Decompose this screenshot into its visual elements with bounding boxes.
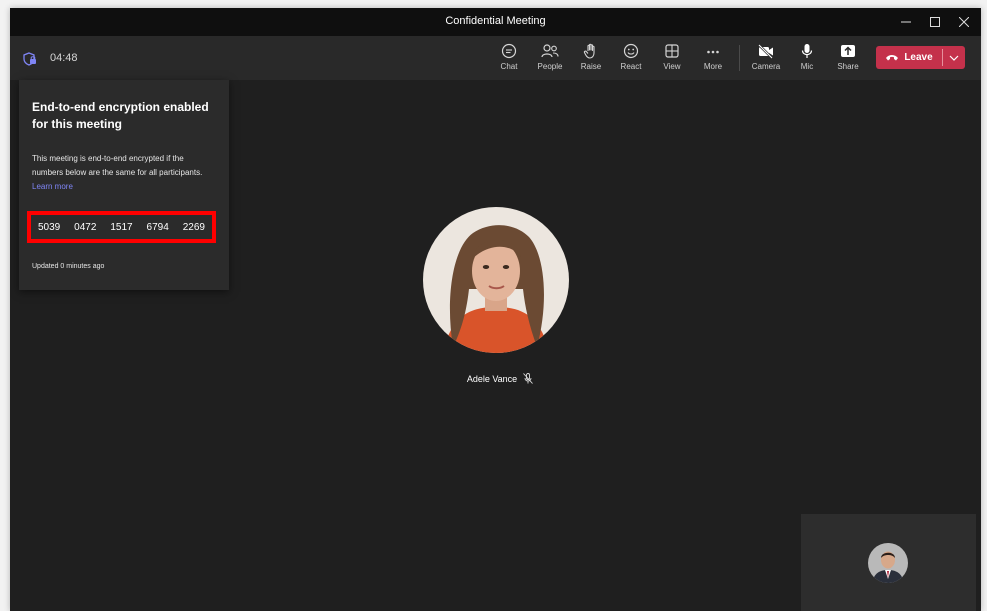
meeting-toolbar: 04:48 Chat People Raise React View More …: [10, 36, 981, 80]
encryption-code: 6794: [146, 221, 169, 233]
self-view-tile[interactable]: [801, 514, 976, 611]
share-button[interactable]: Share: [828, 36, 868, 80]
more-button[interactable]: More: [693, 36, 733, 80]
raise-label: Raise: [580, 62, 602, 71]
encryption-panel-body: This meeting is end-to-end encrypted if …: [32, 152, 212, 194]
view-label: View: [663, 62, 681, 71]
more-label: More: [703, 62, 723, 71]
encryption-panel-title: End-to-end encryption enabled for this m…: [32, 100, 209, 131]
encryption-code: 0472: [74, 221, 97, 233]
chevron-down-icon: [949, 55, 959, 61]
react-icon: [623, 43, 639, 59]
encryption-updated-text: Updated 0 minutes ago: [32, 263, 105, 270]
share-icon: [841, 45, 855, 57]
self-photo: [868, 543, 908, 583]
view-icon: [665, 44, 679, 58]
camera-button[interactable]: Camera: [746, 36, 786, 80]
encryption-panel-text: This meeting is end-to-end encrypted if …: [32, 154, 203, 177]
leave-label: Leave: [904, 52, 933, 63]
raise-hand-button[interactable]: Raise: [571, 36, 611, 80]
participant-avatar: [423, 207, 569, 353]
leave-button[interactable]: Leave: [876, 46, 942, 69]
self-avatar: [868, 543, 908, 583]
react-button[interactable]: React: [611, 36, 651, 80]
mic-label: Mic: [800, 62, 814, 71]
encryption-shield-icon[interactable]: [23, 52, 37, 66]
mic-off-icon: [523, 373, 534, 384]
learn-more-link[interactable]: Learn more: [32, 182, 73, 191]
title-bar: Confidential Meeting: [10, 8, 981, 36]
close-icon: [959, 17, 969, 27]
meeting-window: Confidential Meeting 04:48 Chat People R…: [10, 8, 981, 611]
participant-name: Adele Vance: [466, 373, 518, 384]
minimize-icon: [901, 21, 911, 23]
leave-options-button[interactable]: [943, 46, 965, 69]
participant-name-row: Adele Vance: [450, 373, 550, 384]
close-button[interactable]: [947, 8, 981, 36]
phone-hangup-icon: [886, 55, 899, 61]
encryption-code-box: 5039 0472 1517 6794 2269: [27, 211, 216, 243]
chat-button[interactable]: Chat: [489, 36, 529, 80]
people-button[interactable]: People: [530, 36, 570, 80]
chat-label: Chat: [500, 62, 518, 71]
camera-off-icon: [758, 44, 773, 59]
more-icon: [707, 50, 719, 54]
window-title: Confidential Meeting: [445, 15, 546, 27]
people-label: People: [537, 62, 563, 71]
participant-photo: [423, 207, 569, 353]
encryption-code: 5039: [37, 221, 61, 233]
camera-label: Camera: [751, 62, 781, 71]
view-button[interactable]: View: [652, 36, 692, 80]
share-label: Share: [837, 62, 859, 71]
react-label: React: [620, 62, 642, 71]
chat-icon: [501, 43, 517, 59]
encryption-code: 2269: [182, 221, 205, 233]
mic-button[interactable]: Mic: [787, 36, 827, 80]
mic-icon: [801, 44, 813, 58]
toolbar-separator: [739, 45, 740, 71]
raise-hand-icon: [583, 43, 595, 59]
people-icon: [541, 44, 559, 58]
meeting-timer: 04:48: [50, 52, 78, 64]
leave-button-group: Leave: [876, 46, 965, 69]
maximize-icon: [930, 17, 940, 27]
encryption-panel: End-to-end encryption enabled for this m…: [19, 80, 229, 290]
encryption-code: 1517: [110, 221, 133, 233]
